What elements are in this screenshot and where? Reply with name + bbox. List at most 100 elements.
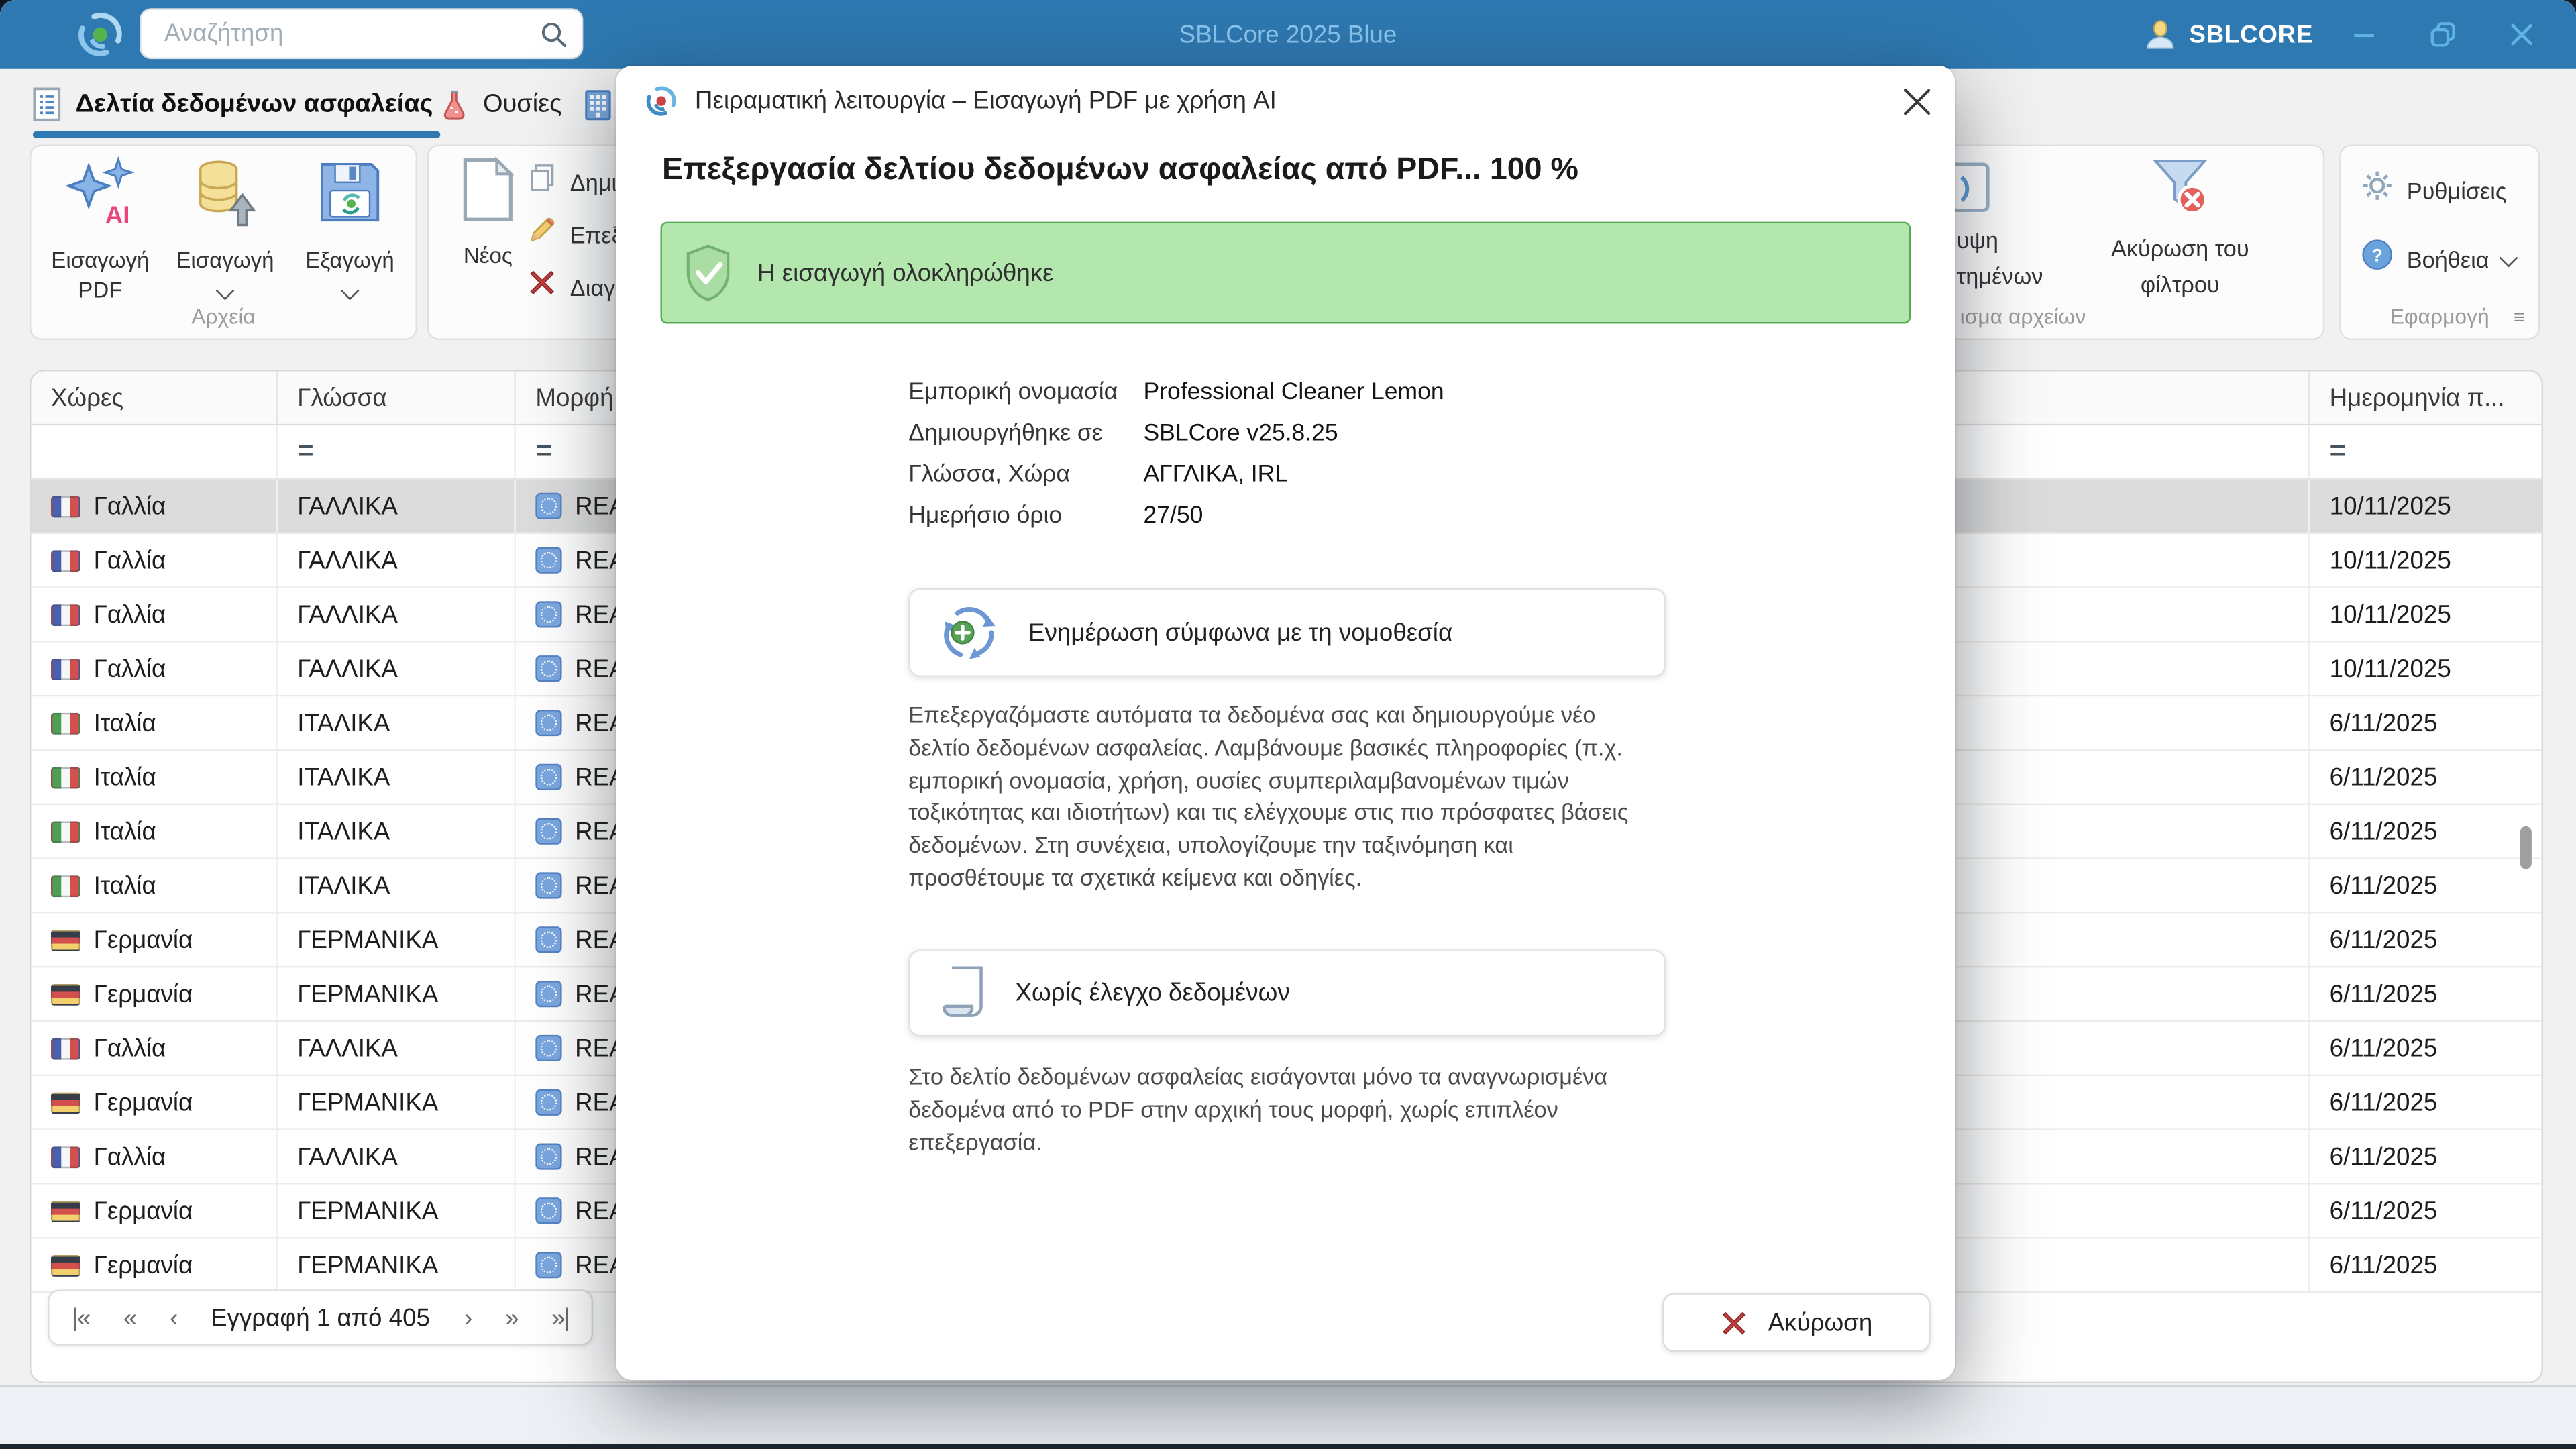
chevron-down-icon (216, 282, 235, 301)
svg-text:?: ? (2372, 246, 2383, 266)
date-cell: 10/11/2025 (2310, 588, 2515, 641)
detail-label: Δημιουργήθηκε σε (908, 420, 1143, 446)
update-description: Επεξεργαζόμαστε αυτόματα τα δεδομένα σας… (908, 700, 1651, 895)
create-button[interactable]: Δημι (527, 162, 616, 200)
column-header-date[interactable]: Ημερομηνία π... (2310, 371, 2515, 423)
eu-flag-icon (535, 1252, 561, 1278)
tab-safety-data-sheets[interactable]: Δελτία δεδομένων ασφαλείας (33, 69, 433, 140)
language-cell: ΓΑΛΛΙΚΑ (278, 643, 516, 695)
import-pdf-button[interactable]: AI ΕισαγωγήPDF (41, 156, 159, 306)
language-cell: ΙΤΑΛΙΚΑ (278, 696, 516, 749)
flag-icon-fr (51, 549, 80, 571)
restore-button[interactable] (2425, 16, 2461, 52)
import-button[interactable]: Εισαγωγή (166, 156, 284, 306)
flag-icon-fr (51, 1038, 80, 1059)
settings-button[interactable]: Ρυθμίσεις (2361, 169, 2506, 210)
update-per-legislation-button[interactable]: Ενημέρωση σύμφωνα με τη νομοθεσία (908, 588, 1666, 677)
chevron-down-icon (341, 282, 360, 301)
detail-label: Εμπορική ονομασία (908, 378, 1143, 405)
fast-forward-button[interactable]: » (505, 1303, 517, 1332)
flag-icon-de (51, 1200, 80, 1222)
filter-cell-language[interactable]: = (278, 425, 516, 478)
new-button[interactable]: Νέος (435, 156, 541, 271)
language-cell: ΓΑΛΛΙΚΑ (278, 534, 516, 586)
country-cell: Γερμανία (32, 914, 278, 966)
language-cell: ΓΕΡΜΑΝΙΚΑ (278, 1239, 516, 1291)
date-cell: 10/11/2025 (2310, 643, 2515, 695)
language-cell: ΙΤΑΛΙΚΑ (278, 751, 516, 803)
app-window: SBLCore 2025 Blue SBLCORE (0, 0, 2576, 1449)
no-data-check-button[interactable]: Χωρίς έλεγχο δεδομένων (908, 950, 1666, 1037)
detail-value: Professional Cleaner Lemon (1143, 378, 1444, 405)
filter-cell-date[interactable]: = (2310, 425, 2515, 478)
import-details: Εμπορική ονομασία Professional Cleaner L… (908, 371, 1444, 535)
eu-flag-icon (535, 872, 561, 898)
last-page-button[interactable]: »| (551, 1303, 568, 1332)
flag-icon-fr (51, 658, 80, 680)
eu-flag-icon (535, 655, 561, 682)
country-cell: Ιταλία (32, 859, 278, 912)
progress-title: Επεξεργασία δελτίου δεδομένων ασφαλείας … (662, 153, 1578, 189)
tab-label: Δελτία δεδομένων ασφαλείας (76, 89, 433, 119)
detail-value: SBLCore v25.8.25 (1143, 420, 1338, 446)
close-button[interactable] (2504, 16, 2540, 52)
date-cell: 10/11/2025 (2310, 534, 2515, 586)
sblcore-logo-icon (643, 82, 680, 128)
detail-label: Ημερήσιο όριο (908, 502, 1143, 528)
fast-back-button[interactable]: « (123, 1303, 136, 1332)
minimize-button[interactable] (2346, 16, 2382, 52)
gear-icon (2361, 169, 2394, 210)
delete-button[interactable]: Διαγ (527, 268, 615, 305)
language-cell: ΙΤΑΛΙΚΑ (278, 805, 516, 857)
date-cell: 6/11/2025 (2310, 859, 2515, 912)
eu-flag-icon (535, 493, 561, 519)
ribbon-group-label: Εφαρμογή (2341, 304, 2538, 329)
group-dialog-launcher-icon[interactable]: ≡ (2514, 306, 2525, 329)
next-page-button[interactable]: › (464, 1303, 471, 1332)
success-message: Η εισαγωγή ολοκληρώθηκε (757, 259, 1054, 287)
export-button[interactable]: Εξαγωγή (290, 156, 409, 306)
success-banner: Η εισαγωγή ολοκληρώθηκε (660, 222, 1911, 324)
filter-cell-countries[interactable] (32, 425, 278, 478)
button-label: Βοήθεια (2407, 246, 2489, 272)
dialog-close-icon[interactable] (1898, 82, 1937, 121)
database-import-icon (189, 156, 262, 237)
copy-icon (527, 162, 557, 200)
previous-page-button[interactable]: ‹ (170, 1303, 176, 1332)
first-page-button[interactable]: |« (72, 1303, 89, 1332)
search-input[interactable] (161, 18, 539, 50)
country-cell: Ιταλία (32, 696, 278, 749)
detail-label: Γλώσσα, Χώρα (908, 461, 1143, 487)
window-controls (2346, 0, 2576, 69)
cancel-filter-button[interactable]: Ακύρωση τουφίλτρου (2082, 153, 2279, 303)
tab-substances[interactable]: Ουσίες (440, 69, 561, 140)
button-label: Εισαγωγή (176, 246, 274, 305)
button-label: Επεξ (570, 221, 622, 247)
country-cell: Ιταλία (32, 751, 278, 803)
title-bar: SBLCore 2025 Blue SBLCORE (0, 0, 2576, 69)
column-header-language[interactable]: Γλώσσα (278, 371, 516, 423)
cancel-button[interactable]: Ακύρωση (1662, 1293, 1930, 1352)
search-icon[interactable] (539, 19, 568, 48)
refresh-plus-icon (940, 603, 999, 662)
date-cell: 6/11/2025 (2310, 805, 2515, 857)
edit-button[interactable]: Επεξ (527, 215, 622, 253)
floppy-disk-icon (314, 156, 386, 237)
ribbon-group-label: Αρχεία (32, 304, 416, 329)
red-x-icon (1721, 1309, 1749, 1337)
detail-row: Δημιουργήθηκε σε SBLCore v25.8.25 (908, 413, 1444, 453)
user-menu[interactable]: SBLCORE (2143, 0, 2313, 69)
pdf-import-dialog: Πειραματική λειτουργία – Εισαγωγή PDF με… (616, 66, 1955, 1380)
vertical-scrollbar-thumb[interactable] (2520, 826, 2532, 869)
flag-icon-de (51, 929, 80, 951)
record-counter: Εγγραφή 1 από 405 (211, 1303, 430, 1332)
hide-processed-button[interactable]: υψητημένων (1957, 222, 2043, 294)
country-cell: Γαλλία (32, 588, 278, 641)
help-button[interactable]: ? Βοήθεια (2361, 238, 2516, 279)
tab-companies[interactable] (583, 69, 612, 140)
language-cell: ΓΕΡΜΑΝΙΚΑ (278, 967, 516, 1020)
flag-icon-fr (51, 604, 80, 625)
date-cell: 6/11/2025 (2310, 1130, 2515, 1183)
ai-sparkles-icon: AI (64, 156, 137, 237)
column-header-countries[interactable]: Χώρες (32, 371, 278, 423)
